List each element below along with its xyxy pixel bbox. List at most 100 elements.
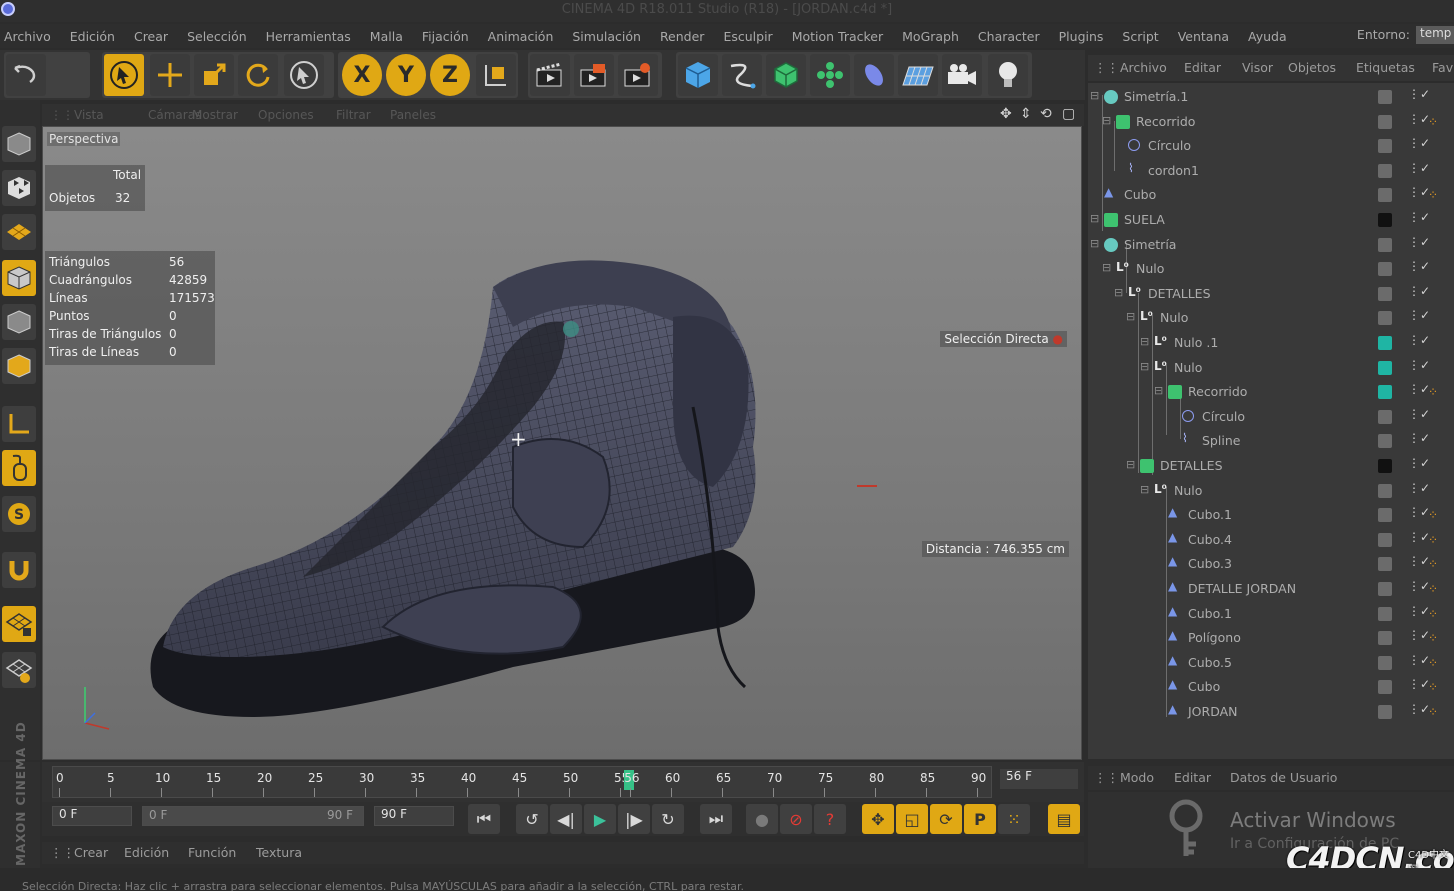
visibility-check-icon[interactable]: ⋮✓	[1408, 185, 1430, 199]
object-name[interactable]: Cubo.3	[1188, 556, 1232, 571]
viewport-rotate-icon[interactable]: ⟲	[1040, 106, 1052, 122]
menu-ventana[interactable]: Ventana	[1178, 29, 1229, 44]
object-row[interactable]: ▲ Cubo.4 ⋮✓ ⁘	[1088, 528, 1454, 552]
record-disabled-icon[interactable]: ●	[746, 804, 778, 834]
object-name[interactable]: Cubo.1	[1188, 606, 1232, 621]
object-row[interactable]: ▲ Cubo ⋮✓ ⁘	[1088, 183, 1454, 207]
rotate-icon[interactable]	[238, 54, 278, 96]
object-name[interactable]: Nulo	[1174, 360, 1202, 375]
phong-tag-icon[interactable]: ⁘	[1428, 582, 1442, 596]
go-to-next-key-icon[interactable]: ↻	[652, 804, 684, 834]
key-scale-icon[interactable]: ◱	[896, 804, 928, 834]
object-row[interactable]: ⊟ Recorrido ⋮✓ ⁘	[1088, 110, 1454, 134]
object-row[interactable]: ▲ Polígono ⋮✓ ⁘	[1088, 626, 1454, 650]
visibility-check-icon[interactable]: ⋮✓	[1408, 505, 1430, 519]
start-frame-field[interactable]: 0 F	[52, 806, 132, 826]
object-name[interactable]: Cubo.4	[1188, 532, 1232, 547]
expand-toggle-icon[interactable]: ⊟	[1090, 89, 1099, 102]
expand-toggle-icon[interactable]: ⊟	[1154, 384, 1163, 397]
object-name[interactable]: SUELA	[1124, 212, 1165, 227]
mat-menu-textura[interactable]: Textura	[256, 845, 302, 860]
phong-tag-icon[interactable]: ⁘	[1428, 533, 1442, 547]
viewport-pan-icon[interactable]: ✥	[1000, 106, 1012, 122]
layer-tag-icon[interactable]	[1378, 311, 1392, 326]
environment-select[interactable]: temp	[1416, 26, 1454, 44]
visibility-check-icon[interactable]: ⋮✓	[1408, 481, 1430, 495]
axis-y-icon[interactable]: Y	[386, 54, 426, 96]
object-name[interactable]: Recorrido	[1188, 384, 1247, 399]
layer-tag-icon[interactable]	[1378, 680, 1392, 695]
camera-icon[interactable]	[942, 54, 982, 96]
menu-character[interactable]: Character	[978, 29, 1040, 44]
visibility-check-icon[interactable]: ⋮✓	[1408, 161, 1430, 175]
object-name[interactable]: Cubo.5	[1188, 655, 1232, 670]
om-menu-fav[interactable]: Fav	[1432, 60, 1453, 75]
frame-range-slider[interactable]: 0 F 90 F	[142, 806, 364, 826]
menu-malla[interactable]: Malla	[370, 29, 403, 44]
object-name[interactable]: Recorrido	[1136, 114, 1195, 129]
menu-script[interactable]: Script	[1122, 29, 1158, 44]
menu-mograph[interactable]: MoGraph	[902, 29, 959, 44]
menu-seleccion[interactable]: Selección	[187, 29, 247, 44]
render-view-icon[interactable]	[530, 54, 570, 96]
visibility-check-icon[interactable]: ⋮✓	[1408, 579, 1430, 593]
object-row[interactable]: ▲ DETALLE JORDAN ⋮✓ ⁘	[1088, 577, 1454, 601]
nurbs-icon[interactable]	[766, 54, 806, 96]
expand-toggle-icon[interactable]: ⊟	[1102, 114, 1111, 127]
layer-tag-icon[interactable]	[1378, 90, 1392, 104]
mograph-icon[interactable]	[810, 54, 850, 96]
phong-tag-icon[interactable]: ⁘	[1428, 508, 1442, 522]
layer-tag-icon[interactable]	[1378, 262, 1392, 277]
menu-esculpir[interactable]: Esculpir	[723, 29, 772, 44]
cube-icon[interactable]	[678, 54, 718, 96]
layer-tag-icon[interactable]	[1378, 582, 1392, 596]
next-frame-icon[interactable]: |▶	[618, 804, 650, 834]
visibility-check-icon[interactable]: ⋮✓	[1408, 333, 1430, 347]
om-menu-visor[interactable]: Visor	[1242, 60, 1273, 75]
play-icon[interactable]: ▶	[584, 804, 616, 834]
object-row[interactable]: Círculo ⋮✓	[1088, 134, 1454, 158]
object-row[interactable]: ⊟ L⁰ Nulo .1 ⋮✓	[1088, 331, 1454, 355]
layer-tag-icon[interactable]	[1378, 606, 1392, 621]
phong-tag-icon[interactable]: ⁘	[1428, 607, 1442, 621]
texture-mode-icon[interactable]	[2, 170, 36, 206]
visibility-check-icon[interactable]: ⋮✓	[1408, 308, 1430, 322]
menu-render[interactable]: Render	[660, 29, 705, 44]
layer-tag-icon[interactable]	[1378, 114, 1392, 129]
live-select-icon[interactable]	[284, 54, 324, 96]
attr-menu-modo[interactable]: Modo	[1120, 770, 1154, 785]
layer-tag-icon[interactable]	[1378, 286, 1392, 301]
object-row[interactable]: ⊟ L⁰ Nulo ⋮✓	[1088, 257, 1454, 281]
menu-simulacion[interactable]: Simulación	[572, 29, 641, 44]
object-name[interactable]: Spline	[1202, 433, 1240, 448]
viewport-menu-mostrar[interactable]: Mostrar	[192, 108, 238, 122]
visibility-check-icon[interactable]: ⋮✓	[1408, 358, 1430, 372]
expand-toggle-icon[interactable]: ⊟	[1140, 360, 1149, 373]
phong-tag-icon[interactable]: ⁘	[1428, 115, 1442, 129]
object-name[interactable]: Nulo	[1160, 310, 1188, 325]
layer-tag-icon[interactable]	[1378, 705, 1392, 719]
viewport-label[interactable]: Perspectiva	[47, 132, 121, 146]
object-name[interactable]: Cubo	[1188, 679, 1220, 694]
undo-icon[interactable]	[6, 54, 46, 96]
om-menu-etiquetas[interactable]: Etiquetas	[1356, 60, 1415, 75]
object-row[interactable]: ▲ Cubo.5 ⋮✓ ⁘	[1088, 651, 1454, 675]
render-picture-viewer-icon[interactable]	[574, 54, 614, 96]
visibility-check-icon[interactable]: ⋮✓	[1408, 407, 1430, 421]
expand-toggle-icon[interactable]: ⊟	[1090, 237, 1099, 250]
object-row[interactable]: ▲ JORDAN ⋮✓ ⁘	[1088, 700, 1454, 724]
sneaker-model[interactable]	[133, 247, 833, 717]
object-row[interactable]: ▲ Cubo.1 ⋮✓ ⁘	[1088, 503, 1454, 527]
phong-tag-icon[interactable]: ⁘	[1428, 631, 1442, 645]
go-to-previous-key-icon[interactable]: ↺	[516, 804, 548, 834]
key-point-level-icon[interactable]: ⁙	[998, 804, 1030, 834]
object-name[interactable]: Simetría	[1124, 237, 1176, 252]
object-name[interactable]: cordon1	[1148, 163, 1199, 178]
layer-tag-icon[interactable]	[1378, 163, 1392, 178]
visibility-check-icon[interactable]: ⋮✓	[1408, 112, 1430, 126]
layer-tag-icon[interactable]	[1378, 459, 1392, 473]
layer-tag-icon[interactable]	[1378, 557, 1392, 572]
visibility-check-icon[interactable]: ⋮✓	[1408, 702, 1430, 716]
object-row[interactable]: ⊟ L⁰ Nulo ⋮✓	[1088, 306, 1454, 330]
object-name[interactable]: JORDAN	[1188, 704, 1238, 719]
